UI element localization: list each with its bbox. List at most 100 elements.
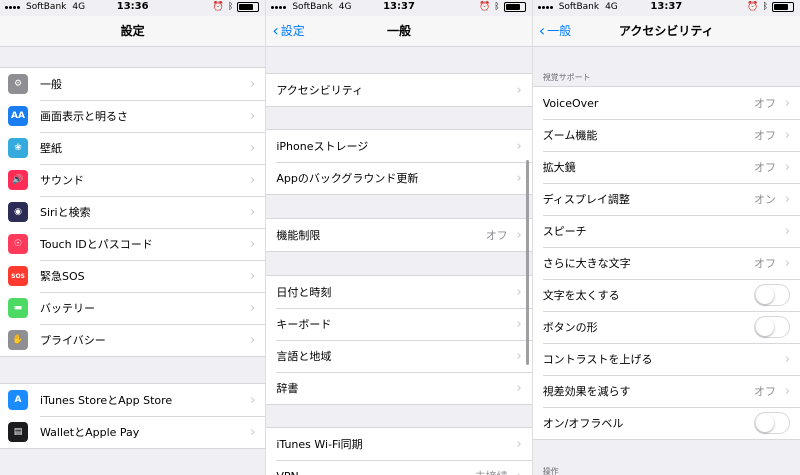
battery-status-icon — [237, 2, 260, 12]
accessibility-item[interactable]: 拡大鏡 オフ › — [533, 151, 800, 183]
speaker-icon: 🔊 — [8, 170, 28, 190]
section-header-interaction: 操作 — [542, 467, 559, 475]
general-item[interactable]: VPN 未接続 › — [266, 460, 532, 475]
scrollbar[interactable] — [525, 160, 529, 365]
toggle-switch[interactable] — [754, 412, 791, 434]
nav-bar: ‹ 一般 アクセシビリティ — [532, 16, 800, 47]
settings-item-hand[interactable]: ✋ プライバシー › — [0, 324, 266, 356]
chevron-right-icon: › — [516, 380, 522, 396]
settings-item-label: Siriと検索 — [40, 206, 91, 219]
status-bar: SoftBank 4G 13:37 ⏰ ᛒ — [533, 0, 800, 16]
accessibility-item[interactable]: 視差効果を減らす オフ › — [533, 375, 800, 407]
chevron-right-icon: › — [250, 76, 256, 92]
accessibility-item[interactable]: オン/オフラベル — [533, 407, 800, 439]
general-item-label: 機能制限 — [276, 229, 321, 242]
general-item-value: オフ — [485, 229, 508, 242]
settings-screen: SoftBank 4G 13:36 ⏰ ᛒ 設定 ⚙ 一般 › AA 画面表示と明るさ › ❀ 壁… — [0, 0, 266, 475]
settings-item-label: バッテリー — [40, 302, 95, 315]
chevron-right-icon: › — [250, 392, 256, 408]
accessibility-item[interactable]: さらに大きな文字 オフ › — [533, 247, 800, 279]
toggle-knob — [756, 414, 775, 432]
accessibility-item-label: 視差効果を減らす — [542, 385, 631, 398]
battery-status-icon — [772, 2, 795, 12]
chevron-right-icon: › — [516, 170, 522, 186]
chevron-right-icon: › — [516, 82, 522, 98]
general-group-2: iPhoneストレージ › Appのバックグラウンド更新 › — [266, 129, 532, 195]
chevron-right-icon: › — [784, 127, 791, 143]
accessibility-item[interactable]: スピーチ › — [533, 215, 800, 247]
accessibility-item-label: 拡大鏡 — [542, 161, 576, 174]
settings-item-battery[interactable]: ▬ バッテリー › — [0, 292, 266, 324]
general-group-5: iTunes Wi-Fi同期 › VPN 未接続 › — [266, 427, 532, 475]
settings-item-speaker[interactable]: 🔊 サウンド › — [0, 164, 266, 196]
chevron-right-icon: › — [250, 332, 256, 348]
general-item-label: 言語と地域 — [276, 350, 332, 363]
sos-icon: SOS — [8, 266, 28, 286]
chevron-right-icon: › — [250, 268, 256, 284]
accessibility-item[interactable]: ズーム機能 オフ › — [533, 119, 800, 151]
page-title: アクセシビリティ — [619, 24, 714, 38]
settings-item-display-aa[interactable]: AA 画面表示と明るさ › — [0, 100, 266, 132]
toggle-switch[interactable] — [754, 284, 791, 306]
chevron-right-icon: › — [784, 255, 791, 271]
chevron-right-icon: › — [250, 108, 256, 124]
chevron-right-icon: › — [250, 204, 256, 220]
settings-group-store: AiTunes StoreとApp Store › ▤ WalletとApple Pa… — [0, 383, 266, 449]
general-item[interactable]: 言語と地域 › — [266, 340, 532, 372]
settings-item-sos[interactable]: SOS 緊急SOS › — [0, 260, 266, 292]
chevron-right-icon: › — [784, 191, 791, 207]
accessibility-item-label: ボタンの形 — [542, 321, 598, 334]
settings-item-wallet[interactable]: ▤ WalletとApple Pay › — [0, 416, 266, 448]
general-item-label: iTunes Wi-Fi同期 — [276, 438, 363, 451]
accessibility-item[interactable]: 文字を太くする — [533, 279, 800, 311]
chevron-right-icon: › — [784, 351, 791, 367]
accessibility-item[interactable]: VoiceOver オフ › — [533, 87, 800, 119]
general-item[interactable]: iTunes Wi-Fi同期 › — [266, 428, 531, 460]
toggle-knob — [756, 318, 775, 336]
accessibility-vision-group: VoiceOver オフ › ズーム機能 オフ › 拡大鏡 オフ › ディスプレイ調整 オン › スピー… — [532, 86, 800, 440]
general-item[interactable]: iPhoneストレージ › — [266, 130, 531, 162]
hand-icon: ✋ — [8, 330, 28, 350]
general-item[interactable]: アクセシビリティ › — [266, 74, 531, 106]
accessibility-item[interactable]: コントラストを上げる › — [533, 343, 800, 375]
settings-item-app-store[interactable]: AiTunes StoreとApp Store › — [0, 384, 265, 416]
accessibility-item[interactable]: ディスプレイ調整 オン › — [533, 183, 800, 215]
toggle-switch[interactable] — [754, 316, 791, 338]
general-item[interactable]: 機能制限 オフ › — [266, 219, 531, 251]
chevron-right-icon: › — [516, 436, 522, 452]
chevron-right-icon: › — [516, 138, 522, 154]
chevron-right-icon: › — [250, 236, 256, 252]
bluetooth-icon: ᛒ — [494, 2, 500, 12]
page-title: 設定 — [120, 24, 145, 38]
alarm-icon: ⏰ — [212, 2, 224, 12]
general-item-label: 日付と時刻 — [276, 286, 332, 299]
siri-icon: ◉ — [8, 202, 28, 222]
general-item[interactable]: キーボード › — [266, 308, 532, 340]
general-item-label: アクセシビリティ — [276, 84, 364, 97]
general-item[interactable]: 辞書 › — [266, 372, 532, 404]
settings-item-fingerprint[interactable]: ☉ Touch IDとパスコード › — [0, 228, 266, 260]
battery-icon: ▬ — [8, 298, 28, 318]
fingerprint-icon: ☉ — [8, 234, 28, 254]
chevron-right-icon: › — [516, 348, 522, 364]
wallpaper-flower-icon: ❀ — [8, 138, 28, 158]
accessibility-item-value: オン — [754, 193, 777, 206]
accessibility-item-label: さらに大きな文字 — [542, 257, 631, 270]
chevron-right-icon: › — [516, 316, 522, 332]
accessibility-item-value: オフ — [754, 97, 777, 110]
general-item-label: Appのバックグラウンド更新 — [276, 172, 419, 185]
settings-item-gear[interactable]: ⚙ 一般 › — [0, 68, 265, 100]
settings-item-label: WalletとApple Pay — [40, 426, 140, 439]
wallet-icon: ▤ — [8, 422, 28, 442]
settings-item-label: サウンド — [40, 174, 84, 187]
page-title: 一般 — [387, 24, 412, 38]
accessibility-item[interactable]: ボタンの形 — [533, 311, 800, 343]
settings-item-label: 壁紙 — [40, 142, 62, 155]
accessibility-item-label: スピーチ — [542, 225, 587, 238]
status-bar: SoftBank 4G 13:36 ⏰ ᛒ — [0, 0, 265, 16]
general-item[interactable]: 日付と時刻 › — [266, 276, 531, 308]
general-item[interactable]: Appのバックグラウンド更新 › — [266, 162, 532, 194]
general-group-1: アクセシビリティ › — [266, 73, 532, 107]
settings-item-wallpaper-flower[interactable]: ❀ 壁紙 › — [0, 132, 266, 164]
settings-item-siri[interactable]: ◉ Siriと検索 › — [0, 196, 266, 228]
